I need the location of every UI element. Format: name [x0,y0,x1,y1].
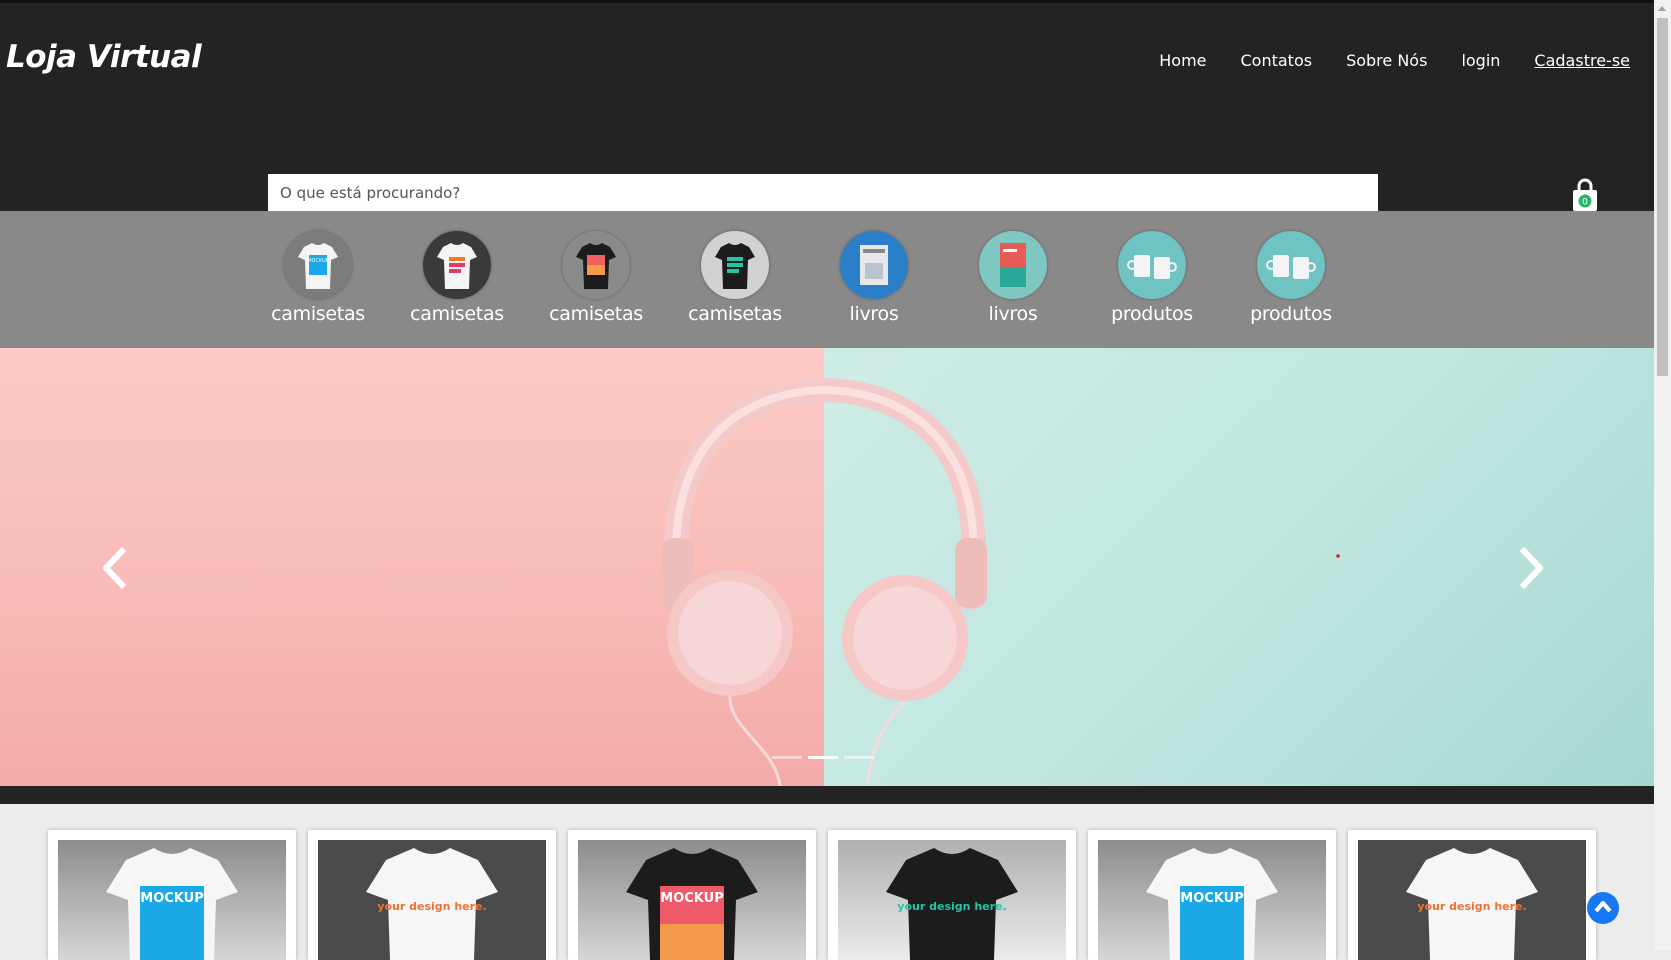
scroll-up-arrow-icon[interactable] [1658,6,1666,11]
product-image: MOCKUP [58,840,286,960]
section-divider [0,786,1654,804]
category-label: produtos [1111,303,1193,325]
product-print: MOCKUP [140,891,203,906]
category-thumb: MOCKUP [284,231,352,299]
product-card[interactable]: your design here. [308,830,556,960]
search-input[interactable] [268,174,1378,212]
category-item[interactable]: MOCKUP camisetas [271,231,365,325]
shopping-bag-icon: 0 [1573,178,1597,211]
product-card[interactable]: your design here. [1348,830,1596,960]
category-thumb [423,231,491,299]
category-item[interactable]: livros [978,231,1048,325]
product-grid: MOCKUP your design here. MOCKUP your des… [0,804,1654,960]
category-item[interactable]: camisetas [410,231,504,325]
product-image: MOCKUP [1098,840,1326,960]
main-nav: Home Contatos Sobre Nós login Cadastre-s… [1159,51,1630,70]
product-image: MOCKUP [578,840,806,960]
category-item[interactable]: livros [839,231,909,325]
carousel-indicator[interactable] [844,756,874,759]
carousel-prev-button[interactable] [96,543,136,593]
nav-contatos[interactable]: Contatos [1241,51,1313,70]
category-thumb [562,231,630,299]
category-label: camisetas [271,303,365,325]
category-item[interactable]: produtos [1111,231,1193,325]
product-card[interactable]: MOCKUP [1088,830,1336,960]
chevron-left-icon [103,546,127,590]
scrollbar-thumb[interactable] [1657,18,1668,376]
nav-cadastro[interactable]: Cadastre-se [1534,51,1630,70]
category-label: camisetas [549,303,643,325]
headphones-image [662,377,1340,786]
product-print: your design here. [377,900,486,913]
chevron-up-icon [1594,901,1612,913]
category-label: camisetas [410,303,504,325]
category-item[interactable]: camisetas [688,231,782,325]
product-card[interactable]: MOCKUP [48,830,296,960]
chevron-right-icon [1519,546,1543,590]
category-bar: MOCKUP camisetas camisetas camisetas cam… [0,211,1654,348]
category-item[interactable]: produtos [1250,231,1332,325]
category-thumb [840,231,908,299]
nav-home[interactable]: Home [1159,51,1206,70]
product-image: your design here. [318,840,546,960]
brand-logo[interactable]: Loja Virtual [6,39,202,75]
product-image: your design here. [838,840,1066,960]
hero-carousel [0,348,1654,786]
product-print: MOCKUP [1180,891,1243,906]
category-label: camisetas [688,303,782,325]
category-label: livros [849,303,899,325]
category-label: livros [988,303,1038,325]
product-print: your design here. [897,900,1006,913]
product-print: your design here. [1417,900,1526,913]
svg-text:MOCKUP: MOCKUP [307,258,329,264]
cart-count: 0 [1582,198,1588,208]
product-card[interactable]: MOCKUP [568,830,816,960]
carousel-indicator-active[interactable] [808,756,838,759]
category-thumb [1118,231,1186,299]
carousel-next-button[interactable] [1510,543,1550,593]
category-thumb [701,231,769,299]
nav-login[interactable]: login [1461,51,1500,70]
category-label: produtos [1250,303,1332,325]
product-image: your design here. [1358,840,1586,960]
carousel-indicator[interactable] [772,756,802,759]
cart-button[interactable]: 0 [1568,177,1602,213]
product-print: MOCKUP [660,891,723,906]
category-thumb [979,231,1047,299]
nav-sobre[interactable]: Sobre Nós [1346,51,1427,70]
carousel-indicators [772,756,874,759]
category-item[interactable]: camisetas [549,231,643,325]
category-thumb [1257,231,1325,299]
scroll-to-top-button[interactable] [1587,892,1619,924]
product-card[interactable]: your design here. [828,830,1076,960]
page-scrollbar[interactable] [1654,0,1671,950]
